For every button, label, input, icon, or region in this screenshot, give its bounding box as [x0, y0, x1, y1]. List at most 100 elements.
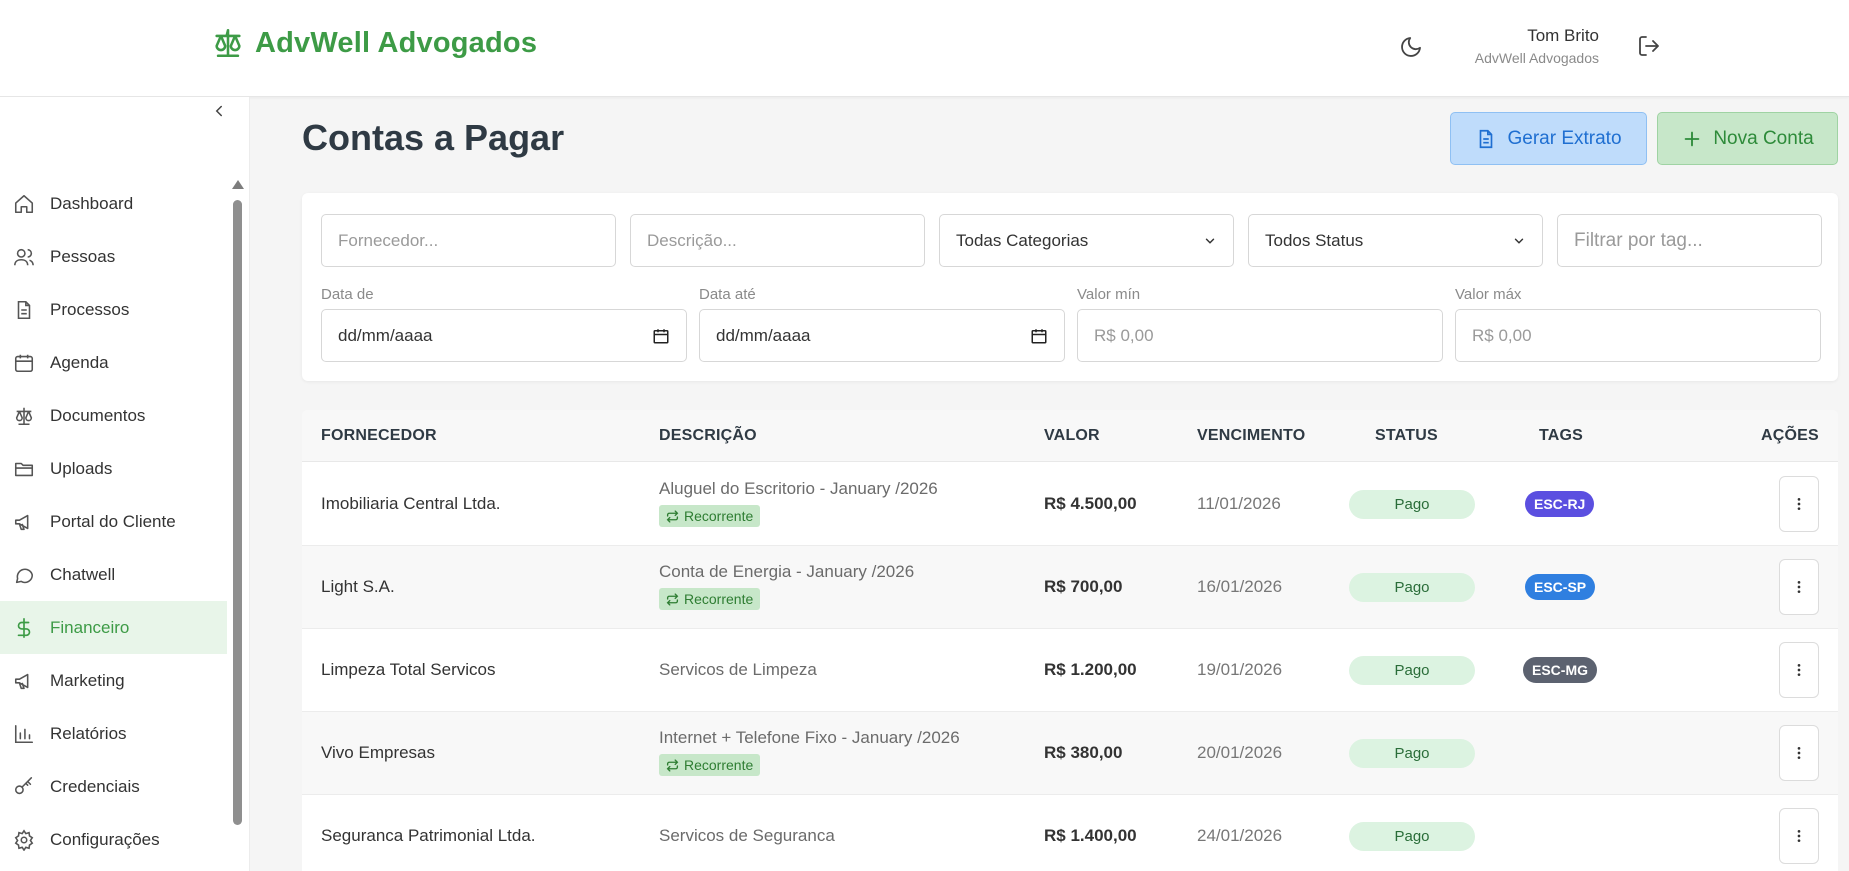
value-cell: R$ 1.400,00: [1044, 826, 1137, 845]
status-select-value: Todos Status: [1265, 230, 1364, 250]
description-text: Servicos de Limpeza: [659, 660, 817, 679]
sidebar-item-label: Configurações: [50, 829, 160, 849]
repeat-icon: [666, 592, 679, 606]
document-icon: [1480, 129, 1493, 148]
supplier-cell: Limpeza Total Servicos: [321, 660, 496, 679]
new-account-label: Nova Conta: [1713, 127, 1814, 149]
sidebar-item-label: Uploads: [50, 458, 113, 478]
sidebar-item-configuracoes[interactable]: Configurações: [0, 813, 227, 866]
table-row[interactable]: Vivo Empresas Internet + Telefone Fixo -…: [302, 712, 1838, 795]
table-row[interactable]: Seguranca Patrimonial Ltda. Servicos de …: [302, 795, 1838, 871]
date-to-value: dd/mm/aaaa: [716, 325, 811, 345]
description-text: Internet + Telefone Fixo - January /2026: [659, 728, 960, 747]
column-header-fornecedor: FORNECEDOR: [321, 427, 437, 444]
column-header-tags: TAGS: [1539, 427, 1584, 444]
sidebar-item-documentos[interactable]: Documentos: [0, 389, 227, 442]
value-cell: R$ 700,00: [1044, 577, 1123, 596]
repeat-icon: [666, 758, 679, 772]
description-filter-input[interactable]: Descrição...: [630, 214, 925, 267]
sidebar-item-pessoas[interactable]: Pessoas: [0, 230, 227, 283]
page-title: Contas a Pagar: [302, 117, 565, 158]
table-row[interactable]: Limpeza Total Servicos Servicos de Limpe…: [302, 629, 1838, 712]
row-actions-button[interactable]: [1779, 808, 1819, 864]
column-header-descricao: DESCRIÇÃO: [659, 427, 757, 444]
sidebar-item-processos[interactable]: Processos: [0, 283, 227, 336]
supplier-cell: Light S.A.: [321, 577, 395, 596]
sidebar-item-chatwell[interactable]: Chatwell: [0, 548, 227, 601]
sidebar-item-agenda[interactable]: Agenda: [0, 336, 227, 389]
user-info[interactable]: Tom Brito AdvWell Advogados: [1475, 26, 1599, 66]
status-select[interactable]: Todos Status: [1248, 214, 1543, 267]
sidebar-nav: Dashboard Pessoas Processos Agenda Docum…: [0, 177, 227, 866]
repeat-icon: [666, 509, 679, 523]
generate-statement-label: Gerar Extrato: [1507, 127, 1622, 149]
megaphone-icon: [12, 510, 36, 534]
user-name: Tom Brito: [1527, 26, 1599, 45]
sidebar-item-marketing[interactable]: Marketing: [0, 654, 227, 707]
calendar-icon: [653, 328, 669, 343]
table-row[interactable]: Light S.A. Conta de Energia - January /2…: [302, 546, 1838, 629]
new-account-button[interactable]: Nova Conta: [1657, 112, 1838, 165]
generate-statement-button[interactable]: Gerar Extrato: [1450, 112, 1647, 165]
chevron-left-icon: [215, 105, 222, 117]
chevron-down-icon: [1514, 238, 1524, 244]
logout-button[interactable]: [1634, 31, 1664, 61]
description-cell: Servicos de Limpeza: [659, 660, 817, 680]
date-from-input[interactable]: dd/mm/aaaa: [321, 309, 687, 362]
max-value-label: Valor máx: [1455, 286, 1522, 303]
recurrent-badge: Recorrente: [659, 754, 761, 776]
row-actions-button[interactable]: [1779, 725, 1819, 781]
due-date-cell: 19/01/2026: [1197, 660, 1283, 679]
scroll-thumb[interactable]: [233, 200, 242, 825]
accounts-payable-table: FORNECEDOR DESCRIÇÃO VALOR VENCIMENTO ST…: [302, 410, 1838, 871]
more-vertical-icon: [1797, 498, 1801, 510]
description-cell: Internet + Telefone Fixo - January /2026…: [659, 728, 960, 777]
theme-toggle-button[interactable]: [1396, 32, 1426, 62]
column-header-acoes: AÇÕES: [1761, 427, 1819, 444]
sidebar-scrollbar[interactable]: [231, 180, 244, 830]
min-value-input[interactable]: R$ 0,00: [1077, 309, 1443, 362]
sidebar-item-portal-do-cliente[interactable]: Portal do Cliente: [0, 495, 227, 548]
more-vertical-icon: [1797, 664, 1801, 676]
sidebar-item-dashboard[interactable]: Dashboard: [0, 177, 227, 230]
value-cell: R$ 380,00: [1044, 743, 1123, 762]
due-date-cell: 24/01/2026: [1197, 826, 1283, 845]
scroll-up-arrow[interactable]: [232, 180, 244, 189]
sidebar-item-label: Financeiro: [50, 617, 130, 637]
sidebar-item-financeiro[interactable]: Financeiro: [0, 601, 227, 654]
sidebar-item-relatorios[interactable]: Relatórios: [0, 707, 227, 760]
sidebar: Dashboard Pessoas Processos Agenda Docum…: [0, 97, 250, 871]
tag-filter-input[interactable]: Filtrar por tag...: [1557, 214, 1822, 267]
sidebar-item-label: Portal do Cliente: [50, 511, 176, 531]
sidebar-item-label: Processos: [50, 299, 130, 319]
supplier-filter-input[interactable]: Fornecedor...: [321, 214, 616, 267]
date-to-input[interactable]: dd/mm/aaaa: [699, 309, 1065, 362]
status-badge: Pago: [1349, 822, 1475, 851]
column-header-vencimento: VENCIMENTO: [1197, 427, 1306, 444]
row-actions-button[interactable]: [1779, 642, 1819, 698]
more-vertical-icon: [1797, 747, 1801, 759]
sidebar-collapse-button[interactable]: [208, 100, 230, 122]
tag-badge: ESC-SP: [1525, 574, 1596, 600]
table-header: FORNECEDOR DESCRIÇÃO VALOR VENCIMENTO ST…: [302, 410, 1838, 462]
sidebar-item-label: Relatórios: [50, 723, 127, 743]
row-actions-button[interactable]: [1779, 476, 1819, 532]
table-row[interactable]: Imobiliaria Central Ltda. Aluguel do Esc…: [302, 463, 1838, 546]
sidebar-item-credenciais[interactable]: Credenciais: [0, 760, 227, 813]
category-select[interactable]: Todas Categorias: [939, 214, 1234, 267]
more-vertical-icon: [1797, 581, 1801, 593]
sidebar-item-label: Credenciais: [50, 776, 140, 796]
value-cell: R$ 1.200,00: [1044, 660, 1137, 679]
chevron-down-icon: [1205, 238, 1215, 244]
scale-icon: [215, 28, 241, 58]
sidebar-item-uploads[interactable]: Uploads: [0, 442, 227, 495]
category-select-value: Todas Categorias: [956, 230, 1089, 250]
brand-logo[interactable]: AdvWell Advogados: [211, 26, 537, 60]
row-actions-button[interactable]: [1779, 559, 1819, 615]
recurrent-label: Recorrente: [684, 757, 754, 773]
home-icon: [12, 192, 36, 216]
supplier-cell: Vivo Empresas: [321, 743, 436, 762]
moon-icon: [1401, 37, 1421, 57]
logout-icon: [1639, 36, 1659, 56]
max-value-input[interactable]: R$ 0,00: [1455, 309, 1821, 362]
